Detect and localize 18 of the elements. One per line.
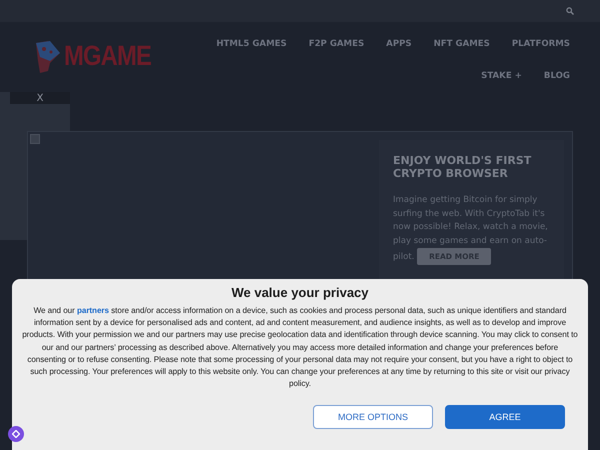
nav-link[interactable]: APPS xyxy=(386,38,412,60)
broken-image-icon xyxy=(30,134,40,144)
diamond-icon xyxy=(12,430,20,438)
nav-link[interactable]: PLATFORMS xyxy=(512,38,570,60)
agree-button[interactable]: AGREE xyxy=(445,405,565,430)
nav-link[interactable]: HTML5 GAMES xyxy=(216,38,287,60)
partners-link[interactable]: partners xyxy=(76,306,109,315)
privacy-settings-button[interactable] xyxy=(8,426,24,442)
nav-link[interactable]: NFT GAMES xyxy=(434,38,490,60)
close-tab[interactable]: X xyxy=(10,92,70,104)
nav-link[interactable]: F2P GAMES xyxy=(308,38,364,60)
search-icon[interactable] xyxy=(566,7,574,15)
dialog-title: We value your privacy xyxy=(230,285,370,300)
nav-link[interactable]: STAKE + xyxy=(481,70,522,92)
consent-text: We and our partners store and/or access information on a device, such as cookies and process personal data, such as unique identifiers and standard information sent by a device for personalised ads and content, ad and content measurement, and audience insights, as well as to develop and improve products. With your permission we and our partners may use precise geolocation data and identification through device scanning. You may click to consent to our and our partners’ processing as described above. Alternatively you may access more detailed information and change your preferences before consenting or to refuse consenting. Please note that some processing of your personal data may not require your consent, but you have a right to object to such processing. Your preferences will apply to this website only. You can change your preferences at any time by returning to this site or visit our privacy policy. xyxy=(22,305,578,390)
nav-link[interactable]: BLOG xyxy=(544,70,570,92)
more-options-button[interactable]: MORE OPTIONS xyxy=(313,405,433,430)
promo-title: ENJOY WORLD'S FIRST CRYPTO BROWSER xyxy=(393,154,532,180)
